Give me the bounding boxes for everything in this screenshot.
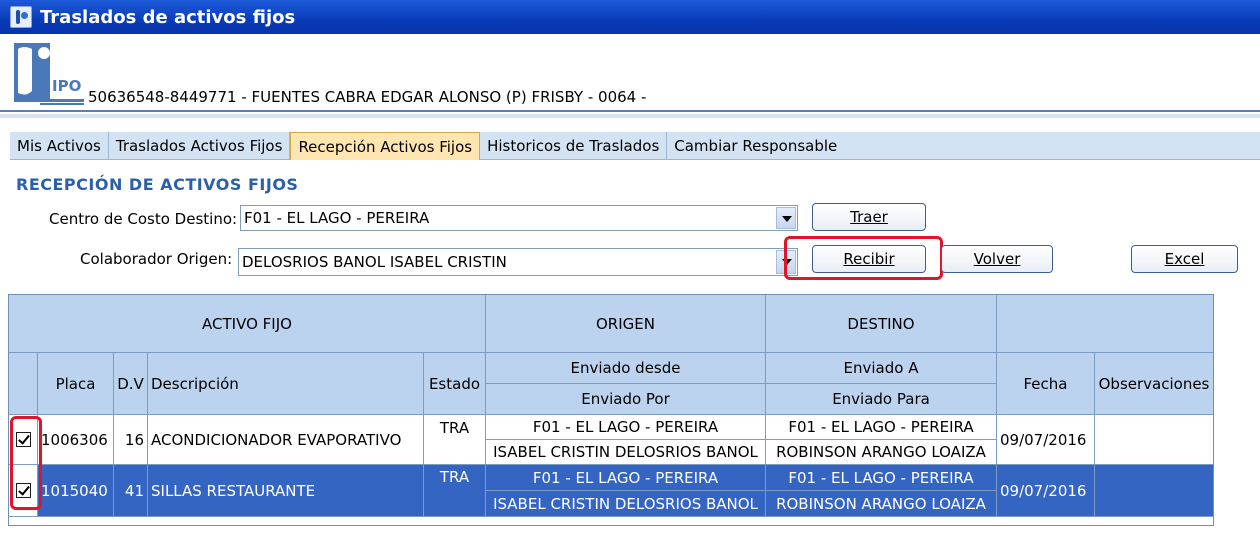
header-divider-light xyxy=(0,114,1260,118)
group-header-activo-fijo: ACTIVO FIJO xyxy=(9,295,486,353)
row-1-enviado-desde: F01 - EL LAGO - PEREIRA xyxy=(486,415,766,440)
row-1-dv: 16 xyxy=(114,415,148,465)
header-divider xyxy=(0,110,1260,112)
row-1-fecha: 09/07/2016 xyxy=(997,415,1095,465)
section-title: RECEPCIÓN DE ACTIVOS FIJOS xyxy=(16,175,299,194)
row-2-placa: 1015040 xyxy=(38,465,114,517)
user-info: 50636548-8449771 - FUENTES CABRA EDGAR A… xyxy=(88,88,647,106)
highlight-recibir xyxy=(784,236,943,280)
centro-costo-label: Centro de Costo Destino: xyxy=(49,210,238,228)
chevron-down-icon[interactable] xyxy=(776,207,796,229)
centro-costo-select[interactable]: F01 - EL LAGO - PEREIRA xyxy=(240,205,798,231)
window-title: Traslados de activos fijos xyxy=(40,6,296,28)
tab-traslados-activos-fijos[interactable]: Traslados Activos Fijos xyxy=(109,132,291,160)
header-fecha[interactable]: Fecha xyxy=(997,353,1095,415)
logo-text: IPO xyxy=(52,77,81,95)
header-enviado-a[interactable]: Enviado A xyxy=(766,353,997,384)
row-1-placa: 1006306 xyxy=(38,415,114,465)
row-1-estado: TRA xyxy=(424,415,486,465)
row-2-descripcion: SILLAS RESTAURANTE xyxy=(148,465,424,517)
header-estado[interactable]: Estado xyxy=(424,353,486,415)
row-1-enviado-por: ISABEL CRISTIN DELOSRIOS BANOL xyxy=(486,440,766,465)
volver-button[interactable]: Volver xyxy=(941,245,1053,273)
row-2-estado: TRA xyxy=(424,465,486,517)
row-1-observaciones[interactable] xyxy=(1095,415,1213,465)
excel-button[interactable]: Excel xyxy=(1131,245,1238,273)
row-1-descripcion: ACONDICIONADOR EVAPORATIVO xyxy=(148,415,424,465)
colaborador-origen-select[interactable]: DELOSRIOS BANOL ISABEL CRISTIN xyxy=(238,248,798,276)
row-2-enviado-a: F01 - EL LAGO - PEREIRA xyxy=(766,465,997,491)
row-2-enviado-por: ISABEL CRISTIN DELOSRIOS BANOL xyxy=(486,491,766,517)
traer-button[interactable]: Traer xyxy=(812,203,926,231)
window-title-bar: Traslados de activos fijos xyxy=(0,0,1260,34)
header-dv[interactable]: D.V xyxy=(114,353,148,415)
app-icon xyxy=(10,6,32,28)
row-1-enviado-para: ROBINSON ARANGO LOAIZA xyxy=(766,440,997,465)
header-enviado-por[interactable]: Enviado Por xyxy=(486,384,766,415)
header-select xyxy=(9,353,38,415)
header-enviado-desde[interactable]: Enviado desde xyxy=(486,353,766,384)
tab-bar: Mis Activos Traslados Activos Fijos Rece… xyxy=(10,132,1260,160)
row-2-observaciones[interactable] xyxy=(1095,465,1213,517)
header-observaciones[interactable]: Observaciones xyxy=(1095,353,1213,415)
activos-table: ACTIVO FIJO ORIGEN DESTINO Placa D.V Des… xyxy=(8,294,1214,526)
group-header-destino: DESTINO xyxy=(766,295,997,353)
row-2-dv: 41 xyxy=(114,465,148,517)
row-1-enviado-a: F01 - EL LAGO - PEREIRA xyxy=(766,415,997,440)
header-placa[interactable]: Placa xyxy=(38,353,114,415)
header: IPO 50636548-8449771 - FUENTES CABRA EDG… xyxy=(0,34,1260,110)
colaborador-origen-label: Colaborador Origen: xyxy=(80,250,233,268)
group-header-origen: ORIGEN xyxy=(486,295,766,353)
header-enviado-para[interactable]: Enviado Para xyxy=(766,384,997,415)
header-descripcion[interactable]: Descripción xyxy=(148,353,424,415)
centro-costo-value: F01 - EL LAGO - PEREIRA xyxy=(244,209,430,227)
row-2-fecha: 09/07/2016 xyxy=(997,465,1095,517)
tab-historicos-de-traslados[interactable]: Historicos de Traslados xyxy=(480,132,668,160)
tab-cambiar-responsable[interactable]: Cambiar Responsable xyxy=(667,132,844,160)
highlight-checkboxes xyxy=(10,416,42,510)
row-2-enviado-para: ROBINSON ARANGO LOAIZA xyxy=(766,491,997,517)
company-logo-icon: IPO xyxy=(10,39,84,107)
tab-recepcion-activos-fijos[interactable]: Recepción Activos Fijos xyxy=(290,132,481,160)
group-header-blank xyxy=(997,295,1213,353)
colaborador-origen-value: DELOSRIOS BANOL ISABEL CRISTIN xyxy=(242,253,507,271)
tab-mis-activos[interactable]: Mis Activos xyxy=(10,132,109,160)
row-2-enviado-desde: F01 - EL LAGO - PEREIRA xyxy=(486,465,766,491)
